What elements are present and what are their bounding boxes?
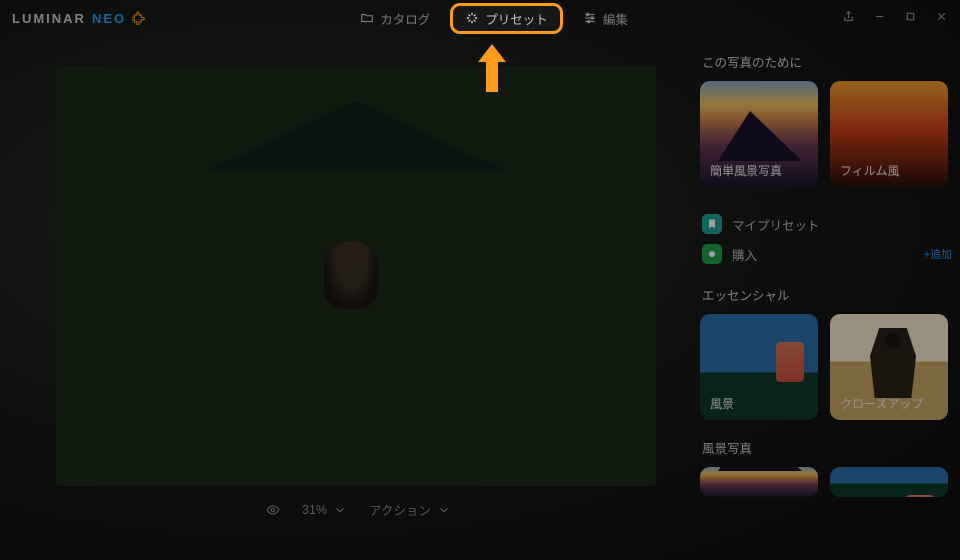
preset-card-label: 簡単風景写真 — [710, 162, 782, 179]
section-for-this-photo: この写真のために — [702, 52, 954, 71]
close-icon — [935, 10, 948, 23]
action-menu[interactable]: アクション — [369, 500, 451, 519]
preset-card-closeup[interactable]: クローズアップ — [830, 314, 948, 420]
my-presets-label: マイプリセット — [732, 215, 820, 234]
zoom-level-value: 31% — [302, 503, 327, 517]
presets-panel: この写真のために 簡単風景写真 フィルム風 マイプリセット 購入 — [692, 36, 960, 560]
toggle-preview-button[interactable] — [266, 503, 280, 517]
nav-catalog-label: カタログ — [380, 9, 430, 28]
sliders-icon — [583, 11, 597, 25]
canvas-toolbar: 31% アクション — [56, 486, 672, 519]
nav-edit[interactable]: 編集 — [571, 3, 640, 34]
preset-card-film[interactable]: フィルム風 — [830, 81, 948, 187]
minimize-icon — [873, 10, 886, 23]
app-logo: LUMINAR NEO — [12, 11, 146, 26]
section-landscape-photo: 風景写真 — [702, 438, 954, 457]
essential-row: 風景 クローズアップ — [700, 314, 954, 420]
sparkle-icon — [465, 11, 479, 25]
for-this-photo-row: 簡単風景写真 フィルム風 — [700, 81, 954, 187]
main-area: 31% アクション この写真のために 簡単風景写真 フィルム風 — [0, 36, 960, 560]
section-essential: エッセンシャル — [702, 285, 954, 304]
maximize-icon — [904, 10, 917, 23]
nav-catalog[interactable]: カタログ — [348, 3, 442, 34]
preview-image[interactable] — [56, 66, 656, 486]
chevron-down-icon — [333, 503, 347, 517]
chevron-down-icon — [437, 503, 451, 517]
window-maximize[interactable] — [904, 10, 917, 26]
preset-card-label: 風景 — [710, 395, 734, 412]
action-menu-label: アクション — [369, 500, 431, 519]
window-controls — [842, 10, 948, 26]
panel-list: マイプリセット 購入 +追加 — [700, 209, 954, 269]
nav-presets-label: プリセット — [485, 9, 548, 28]
share-icon — [842, 10, 855, 23]
preset-card-landscape[interactable]: 風景 — [700, 314, 818, 420]
preset-card-partial[interactable] — [700, 467, 818, 497]
nav-edit-label: 編集 — [603, 9, 628, 28]
preset-card-label: フィルム風 — [840, 162, 900, 179]
purchase-add-link[interactable]: +追加 — [924, 246, 952, 262]
preset-card-easy-landscape[interactable]: 簡単風景写真 — [700, 81, 818, 187]
annotation-arrow-icon — [474, 42, 510, 94]
logo-text-sub: NEO — [92, 11, 126, 26]
main-nav: カタログ プリセット 編集 — [146, 3, 842, 34]
titlebar: LUMINAR NEO カタログ プリセット 編集 — [0, 0, 960, 36]
landscape-photo-row — [700, 467, 954, 497]
preset-card-partial[interactable] — [830, 467, 948, 497]
logo-text-main: LUMINAR — [12, 11, 86, 26]
purchase-label: 購入 — [732, 245, 757, 264]
folder-icon — [360, 11, 374, 25]
store-icon — [702, 244, 722, 264]
window-minimize[interactable] — [873, 10, 886, 26]
purchase-item[interactable]: 購入 +追加 — [700, 239, 954, 269]
zoom-level[interactable]: 31% — [302, 503, 347, 517]
share-button[interactable] — [842, 10, 855, 26]
preset-card-label: クローズアップ — [840, 395, 923, 412]
window-close[interactable] — [935, 10, 948, 26]
extension-puzzle-icon — [132, 11, 146, 25]
canvas-area: 31% アクション — [0, 36, 692, 560]
my-presets-item[interactable]: マイプリセット — [700, 209, 954, 239]
eye-icon — [266, 503, 280, 517]
nav-presets[interactable]: プリセット — [450, 3, 563, 34]
bookmark-icon — [702, 214, 722, 234]
